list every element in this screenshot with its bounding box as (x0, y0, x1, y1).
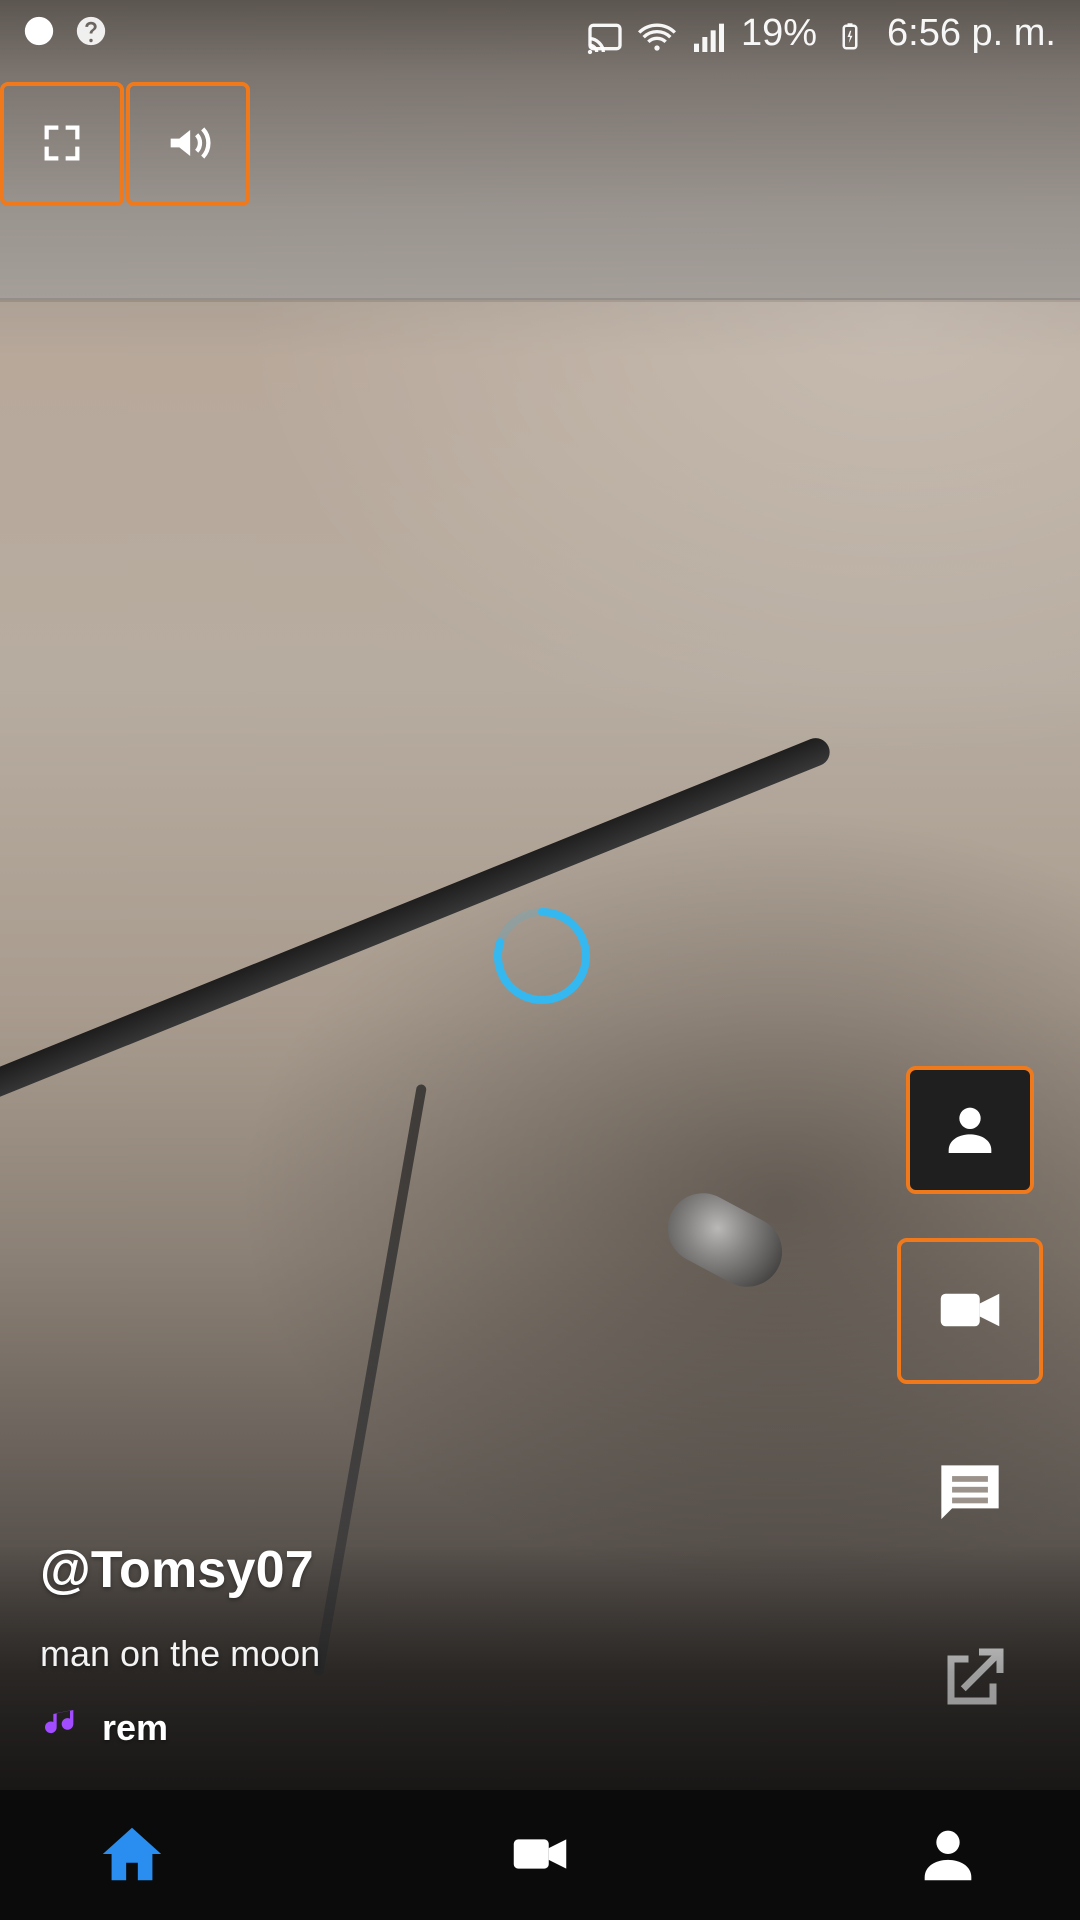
person-icon (938, 1097, 1002, 1164)
nav-video[interactable] (480, 1795, 600, 1915)
comments-button[interactable] (920, 1445, 1020, 1545)
fullscreen-icon (39, 120, 85, 169)
battery-icon (835, 17, 869, 51)
loading-spinner (486, 900, 598, 1012)
person-icon (913, 1819, 983, 1892)
help-circle-icon (74, 14, 108, 48)
post-caption: man on the moon (40, 1633, 321, 1674)
app-screen: 19% 6:56 p. m. @Tomsy07 man on the moon … (0, 0, 1080, 1920)
status-right: 19% 6:56 p. m. (585, 12, 1056, 55)
volume-button[interactable] (126, 82, 250, 206)
music-info[interactable]: rem (40, 1703, 168, 1752)
home-icon (97, 1819, 167, 1892)
cast-icon (585, 17, 622, 54)
status-bar: 19% 6:56 p. m. (0, 0, 1080, 64)
music-note-icon (40, 1703, 80, 1752)
nav-home[interactable] (72, 1795, 192, 1915)
record-video-button[interactable] (897, 1238, 1043, 1384)
volume-icon (162, 117, 214, 172)
signal-icon (689, 17, 724, 52)
comment-icon (927, 1451, 1013, 1540)
battery-percent: 19% (740, 12, 818, 54)
player-top-controls (0, 82, 250, 206)
music-title: rem (102, 1706, 169, 1748)
letterbox-divider (0, 298, 1080, 302)
video-camera-icon (505, 1819, 575, 1892)
check-circle-icon (22, 14, 56, 48)
video-camera-icon (931, 1271, 1009, 1352)
bottom-navigation (0, 1790, 1080, 1920)
status-left (22, 14, 108, 48)
clock-time: 6:56 p. m. (887, 12, 1056, 54)
wifi-icon (637, 17, 676, 51)
creator-profile-button[interactable] (906, 1066, 1034, 1194)
username[interactable]: @Tomsy07 (40, 1540, 314, 1600)
nav-profile[interactable] (888, 1795, 1008, 1915)
fullscreen-button[interactable] (0, 82, 124, 206)
